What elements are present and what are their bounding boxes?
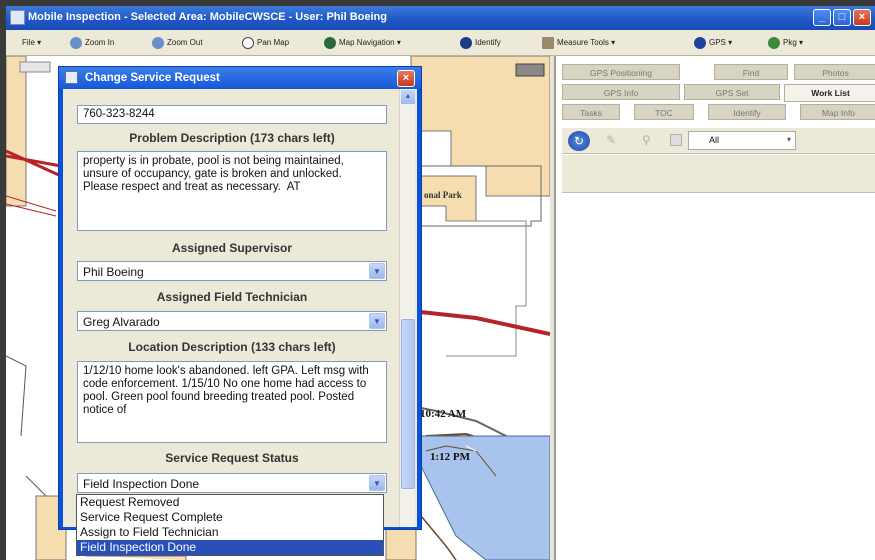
chevron-down-icon: ▾	[786, 135, 791, 144]
refresh-icon[interactable]: ↻	[568, 131, 590, 151]
map-time-label: 1:12 PM	[430, 451, 471, 463]
status-option-request-removed[interactable]: Request Removed	[77, 495, 383, 510]
assigned-supervisor-label: Assigned Supervisor	[171, 241, 293, 255]
dialog-title-bar: Change Service Request ×	[59, 67, 421, 89]
service-request-status-select[interactable]: Field Inspection Done ▼	[77, 473, 387, 493]
dialog-scrollbar[interactable]: ▲	[399, 89, 415, 527]
zoom-icon[interactable]: ⚲	[642, 133, 660, 149]
dialog-body: 760-323-8244 Problem Description (173 ch…	[63, 89, 417, 527]
maximize-button[interactable]: □	[833, 9, 851, 26]
zoom-out-icon	[152, 36, 164, 49]
zoom-in-button[interactable]: Zoom In	[70, 35, 114, 51]
tab-gps-set[interactable]: GPS Set	[684, 84, 780, 100]
minimize-button[interactable]: _	[813, 9, 831, 26]
window-title: Mobile Inspection - Selected Area: Mobil…	[28, 11, 387, 23]
tab-gps-positioning[interactable]: GPS Positioning	[562, 64, 680, 80]
status-dropdown-list: Request Removed Service Request Complete…	[76, 494, 384, 556]
zoom-out-button[interactable]: Zoom Out	[152, 35, 203, 51]
map-time-label: 10:42 AM	[420, 408, 467, 420]
work-list-header	[562, 155, 875, 193]
location-description-label: Location Description (133 chars left)	[128, 340, 336, 354]
app-icon	[10, 10, 25, 25]
work-list-toolbar: ↻ ✎ ⚲ All ▾	[562, 128, 875, 154]
assigned-supervisor-select[interactable]: Phil Boeing ▼	[77, 261, 387, 281]
application-window: Mobile Inspection - Selected Area: Mobil…	[6, 6, 875, 560]
service-request-status-label: Service Request Status	[165, 451, 299, 465]
file-menu[interactable]: File ▾	[22, 35, 41, 51]
gps-icon	[694, 36, 706, 49]
scroll-up-icon[interactable]: ▲	[401, 90, 415, 104]
close-button[interactable]: ×	[853, 9, 871, 26]
tab-identify[interactable]: Identify	[708, 104, 786, 120]
status-option-service-request-complete[interactable]: Service Request Complete	[77, 510, 383, 525]
tab-photos[interactable]: Photos	[794, 64, 875, 80]
tab-toc[interactable]: TOC	[634, 104, 694, 120]
dialog-title: Change Service Request	[85, 72, 220, 84]
status-option-assign-to-field-technician[interactable]: Assign to Field Technician	[77, 525, 383, 540]
info-icon	[460, 36, 472, 49]
ruler-icon	[542, 36, 554, 49]
phone-field[interactable]: 760-323-8244	[77, 105, 387, 124]
package-icon	[768, 36, 780, 49]
gps-menu[interactable]: GPS ▾	[694, 35, 732, 51]
scroll-thumb[interactable]	[401, 319, 415, 489]
side-panel: GPS Positioning Find Photos GPS Info GPS…	[554, 56, 875, 560]
pan-map-button[interactable]: Pan Map	[242, 35, 289, 51]
status-option-field-inspection-done[interactable]: Field Inspection Done	[77, 540, 383, 555]
edit-icon[interactable]: ✎	[606, 133, 624, 149]
measure-tools-menu[interactable]: Measure Tools ▾	[542, 35, 615, 51]
change-service-request-dialog: Change Service Request × 760-323-8244 Pr…	[58, 66, 422, 530]
globe-icon	[324, 36, 336, 49]
title-bar: Mobile Inspection - Selected Area: Mobil…	[6, 6, 875, 30]
dialog-close-button[interactable]: ×	[397, 70, 415, 87]
tab-map-info[interactable]: Map Info	[800, 104, 875, 120]
tab-find[interactable]: Find	[714, 64, 788, 80]
chevron-down-icon: ▼	[369, 263, 385, 279]
map-label-park: onal Park	[424, 190, 462, 200]
dialog-icon	[65, 71, 78, 84]
tab-work-list[interactable]: Work List	[784, 84, 875, 102]
location-description-field[interactable]: 1/12/10 home look's abandoned. left GPA.…	[77, 361, 387, 443]
identify-button[interactable]: Identify	[460, 35, 501, 51]
chevron-down-icon: ▼	[369, 475, 385, 491]
tab-tasks[interactable]: Tasks	[562, 104, 620, 120]
main-toolbar: File ▾ Zoom In Zoom Out Pan Map Map Navi…	[6, 30, 875, 56]
problem-description-field[interactable]: property is in probate, pool is not bein…	[77, 151, 387, 231]
assigned-technician-label: Assigned Field Technician	[156, 290, 308, 304]
tab-gps-info[interactable]: GPS Info	[562, 84, 680, 100]
chevron-down-icon: ▼	[369, 313, 385, 329]
assigned-technician-select[interactable]: Greg Alvarado ▼	[77, 311, 387, 331]
zoom-in-icon	[70, 36, 82, 49]
filter-select[interactable]: All ▾	[688, 131, 796, 150]
map-navigation-menu[interactable]: Map Navigation ▾	[324, 35, 401, 51]
problem-description-label: Problem Description (173 chars left)	[129, 131, 335, 145]
pan-icon	[242, 36, 254, 49]
export-icon[interactable]	[670, 134, 682, 146]
pkg-menu[interactable]: Pkg ▾	[768, 35, 803, 51]
